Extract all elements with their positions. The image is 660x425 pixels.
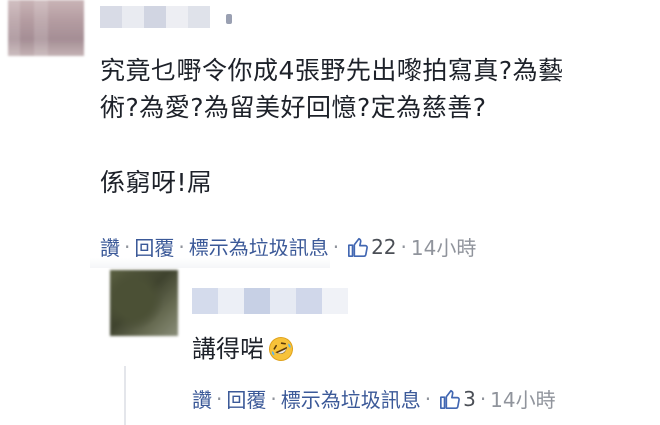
mark-spam-link[interactable]: 標示為垃圾訊息 (281, 384, 421, 413)
divider (90, 258, 330, 268)
replier-name-blurred[interactable] (192, 288, 348, 314)
separator: · (479, 386, 487, 411)
like-count[interactable]: 22 (371, 235, 396, 259)
thread-line (124, 366, 126, 425)
commenter-name-blurred[interactable] (100, 6, 220, 28)
timestamp[interactable]: 14小時 (411, 232, 476, 261)
separator: · (216, 386, 223, 411)
comment-body: 究竟乜嘢令你成4張野先出嚟拍寫真?為藝 術?為愛?為留美好回憶?定為慈善? 係窮… (100, 52, 640, 201)
comment-line: 術?為愛?為留美好回憶?定為慈善? (100, 93, 487, 122)
reply-link[interactable]: 回覆 (226, 384, 266, 413)
reply-link[interactable]: 回覆 (134, 232, 174, 261)
separator: · (124, 234, 131, 259)
separator: · (400, 234, 407, 259)
thumbs-up-icon[interactable] (439, 388, 461, 410)
like-count[interactable]: 3 (463, 387, 476, 411)
name-fragment (226, 14, 232, 24)
separator: · (424, 386, 432, 411)
timestamp[interactable]: 14小時 (490, 384, 555, 413)
comment-line: 究竟乜嘢令你成4張野先出嚟拍寫真?為藝 (100, 56, 564, 85)
separator: · (332, 234, 340, 259)
separator: · (178, 234, 185, 259)
thumbs-up-icon[interactable] (347, 236, 369, 258)
laughing-crying-emoji-icon (269, 337, 293, 361)
reply-body: 講得啱 (192, 334, 294, 364)
separator: · (270, 386, 277, 411)
comment-actions: 讚 · 回覆 · 標示為垃圾訊息 · 22 · 14小時 (100, 232, 476, 261)
like-link[interactable]: 讚 (192, 384, 212, 413)
reply-actions: 讚 · 回覆 · 標示為垃圾訊息 · 3 · 14小時 (192, 384, 556, 413)
mark-spam-link[interactable]: 標示為垃圾訊息 (189, 232, 329, 256)
avatar[interactable] (8, 0, 84, 56)
like-link[interactable]: 讚 (100, 232, 120, 261)
avatar[interactable] (110, 270, 178, 336)
reply-text: 講得啱 (192, 335, 264, 363)
comment-line: 係窮呀!屌 (100, 168, 213, 197)
